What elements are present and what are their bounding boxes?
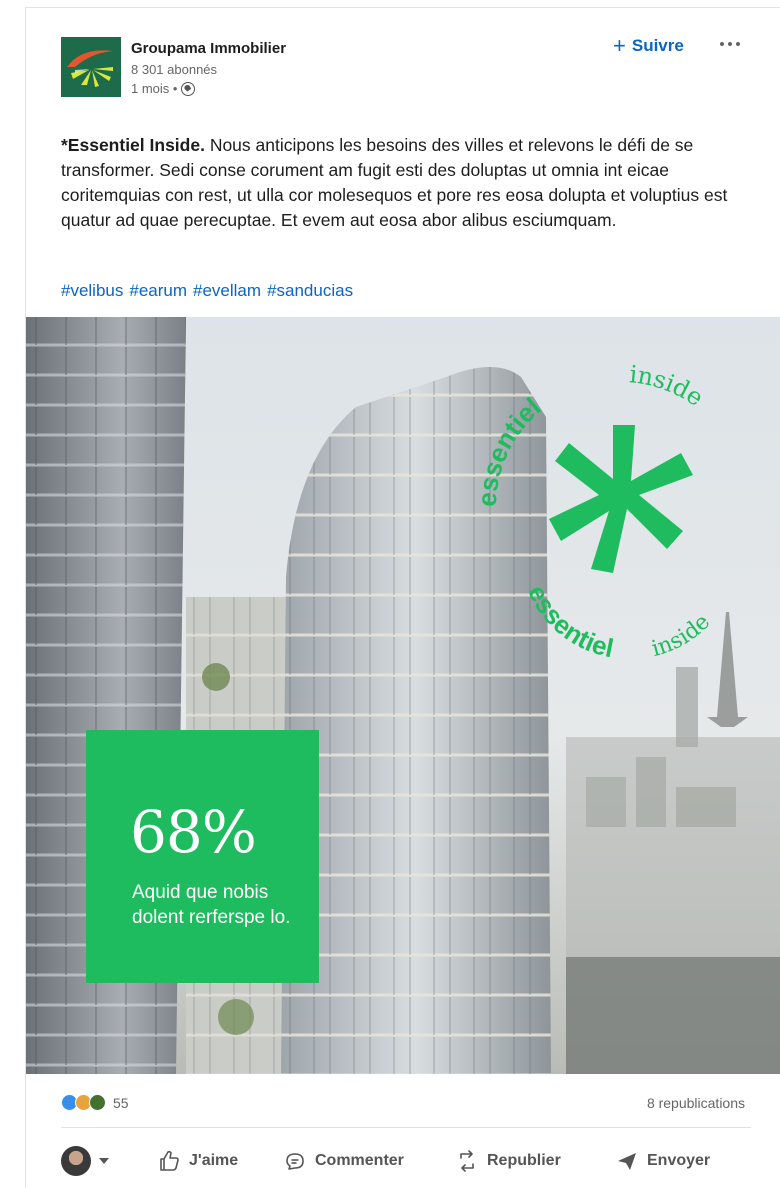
hashtags: #velibus #earum #evellam #sanducias (61, 281, 353, 301)
globe-icon (181, 81, 196, 96)
post-image[interactable]: essentiel inside essentiel inside 68% Aq… (26, 317, 780, 1074)
follow-label: Suivre (631, 36, 684, 55)
company-name[interactable]: Groupama Immobilier (131, 40, 286, 57)
chevron-down-icon (99, 1158, 109, 1164)
send-button[interactable]: Envoyer (615, 1149, 710, 1173)
reactions-summary[interactable]: 55 (61, 1094, 129, 1111)
repost-label: Republier (487, 1152, 561, 1169)
republications-count[interactable]: 8 republications (647, 1095, 745, 1111)
post-text: *Essentiel Inside. Nous anticipons les b… (61, 133, 761, 233)
thumbs-up-icon (160, 1150, 179, 1171)
send-label: Envoyer (647, 1152, 711, 1169)
comment-label: Commenter (315, 1152, 404, 1169)
post-time: 1 mois • (131, 81, 196, 96)
comment-icon (286, 1153, 304, 1170)
send-icon (618, 1153, 636, 1170)
hashtag-link[interactable]: #earum (129, 281, 187, 301)
like-label: J'aime (189, 1152, 239, 1169)
stat-box: 68% Aquid que nobis dolent rerferspe lo. (86, 730, 319, 983)
plus-icon: + (613, 33, 626, 58)
reaction-count: 55 (113, 1094, 129, 1111)
like-button[interactable]: J'aime (157, 1149, 283, 1173)
company-logo[interactable] (61, 37, 121, 97)
hashtag-link[interactable]: #sanducias (267, 281, 353, 301)
action-bar: J'aime Commenter Republier Envoyer (61, 1146, 761, 1176)
support-reaction-icon (89, 1094, 106, 1111)
repost-icon (460, 1150, 474, 1172)
followers-count: 8 301 abonnés (131, 62, 218, 77)
post-time-label: 1 mois • (131, 81, 178, 96)
hashtag-link[interactable]: #evellam (193, 281, 261, 301)
more-options-icon[interactable] (720, 38, 740, 50)
hashtag-link[interactable]: #velibus (61, 281, 123, 301)
divider (61, 1127, 751, 1128)
actor-switcher[interactable] (61, 1146, 157, 1176)
repost-button[interactable]: Republier (455, 1149, 615, 1173)
stat-caption: Aquid que nobis dolent rerferspe lo. (132, 882, 291, 928)
post-card: Groupama Immobilier 8 301 abonnés 1 mois… (25, 7, 780, 1188)
avatar (61, 1146, 91, 1176)
comment-button[interactable]: Commenter (283, 1149, 455, 1173)
follow-button[interactable]: + Suivre (613, 35, 684, 57)
post-text-strong: *Essentiel Inside. (61, 135, 205, 155)
stat-value: 68% (130, 798, 257, 866)
